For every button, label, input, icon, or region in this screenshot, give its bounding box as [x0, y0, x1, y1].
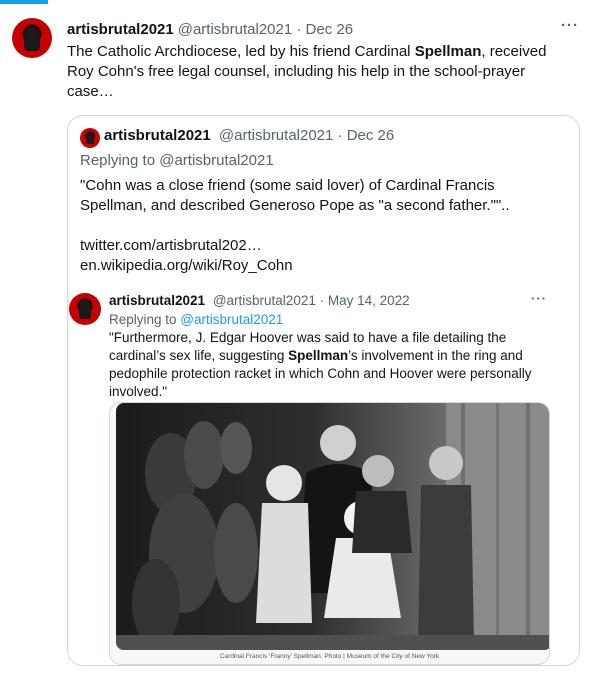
quote-link-wikipedia[interactable]: en.wikipedia.org/wiki/Roy_Cohn: [80, 256, 560, 276]
nested-avatar: [69, 293, 101, 325]
photo-illustration: [116, 403, 549, 650]
media-image[interactable]: Cardinal Francis ‘Franny’ Spellman. Phot…: [109, 402, 550, 665]
quote-replying-to: Replying to @artisbrutal2021: [80, 152, 274, 169]
historical-photo: [116, 403, 549, 650]
photo-caption: Cardinal Francis ‘Franny’ Spellman. Phot…: [219, 653, 440, 660]
author-handle-date[interactable]: @artisbrutal2021 · Dec 26: [178, 21, 353, 38]
nested-header: artisbrutal2021 @artisbrutal2021 · May 1…: [109, 293, 410, 308]
highlighted-keyword: Spellman: [288, 348, 349, 363]
tweet[interactable]: artisbrutal2021 @artisbrutal2021 · Dec 2…: [0, 0, 593, 681]
nested-quote[interactable]: artisbrutal2021 @artisbrutal2021 · May 1…: [68, 287, 579, 665]
quote-tweet-card[interactable]: artisbrutal2021 @artisbrutal2021 · Dec 2…: [67, 115, 580, 666]
nested-text: "Furthermore, J. Edgar Hoover was said t…: [109, 330, 532, 399]
quote-text: "Cohn was a close friend (some said love…: [80, 176, 560, 276]
nested-author-handle-date: @artisbrutal2021 · May 14, 2022: [212, 293, 410, 308]
author-name[interactable]: artisbrutal2021: [67, 21, 174, 38]
quote-header: artisbrutal2021 @artisbrutal2021 · Dec 2…: [104, 127, 394, 144]
quote-avatar: [80, 128, 100, 148]
tweet-header: artisbrutal2021 @artisbrutal2021 · Dec 2…: [67, 17, 579, 39]
tweet-text: The Catholic Archdiocese, led by his fri…: [67, 43, 547, 100]
avatar[interactable]: [12, 18, 52, 58]
quote-link-twitter[interactable]: twitter.com/artisbrutal202…: [80, 236, 560, 256]
nested-author-name: artisbrutal2021: [109, 293, 206, 308]
more-options-icon[interactable]: ···: [561, 17, 579, 34]
quote-author-name: artisbrutal2021: [104, 127, 211, 144]
nested-replying-to: Replying to @artisbrutal2021: [109, 312, 284, 327]
mention-link[interactable]: @artisbrutal2021: [180, 312, 283, 327]
nested-more-options-icon[interactable]: ···: [531, 291, 547, 306]
quote-author-handle-date: @artisbrutal2021 · Dec 26: [218, 127, 395, 144]
highlighted-keyword: Spellman: [414, 43, 482, 60]
